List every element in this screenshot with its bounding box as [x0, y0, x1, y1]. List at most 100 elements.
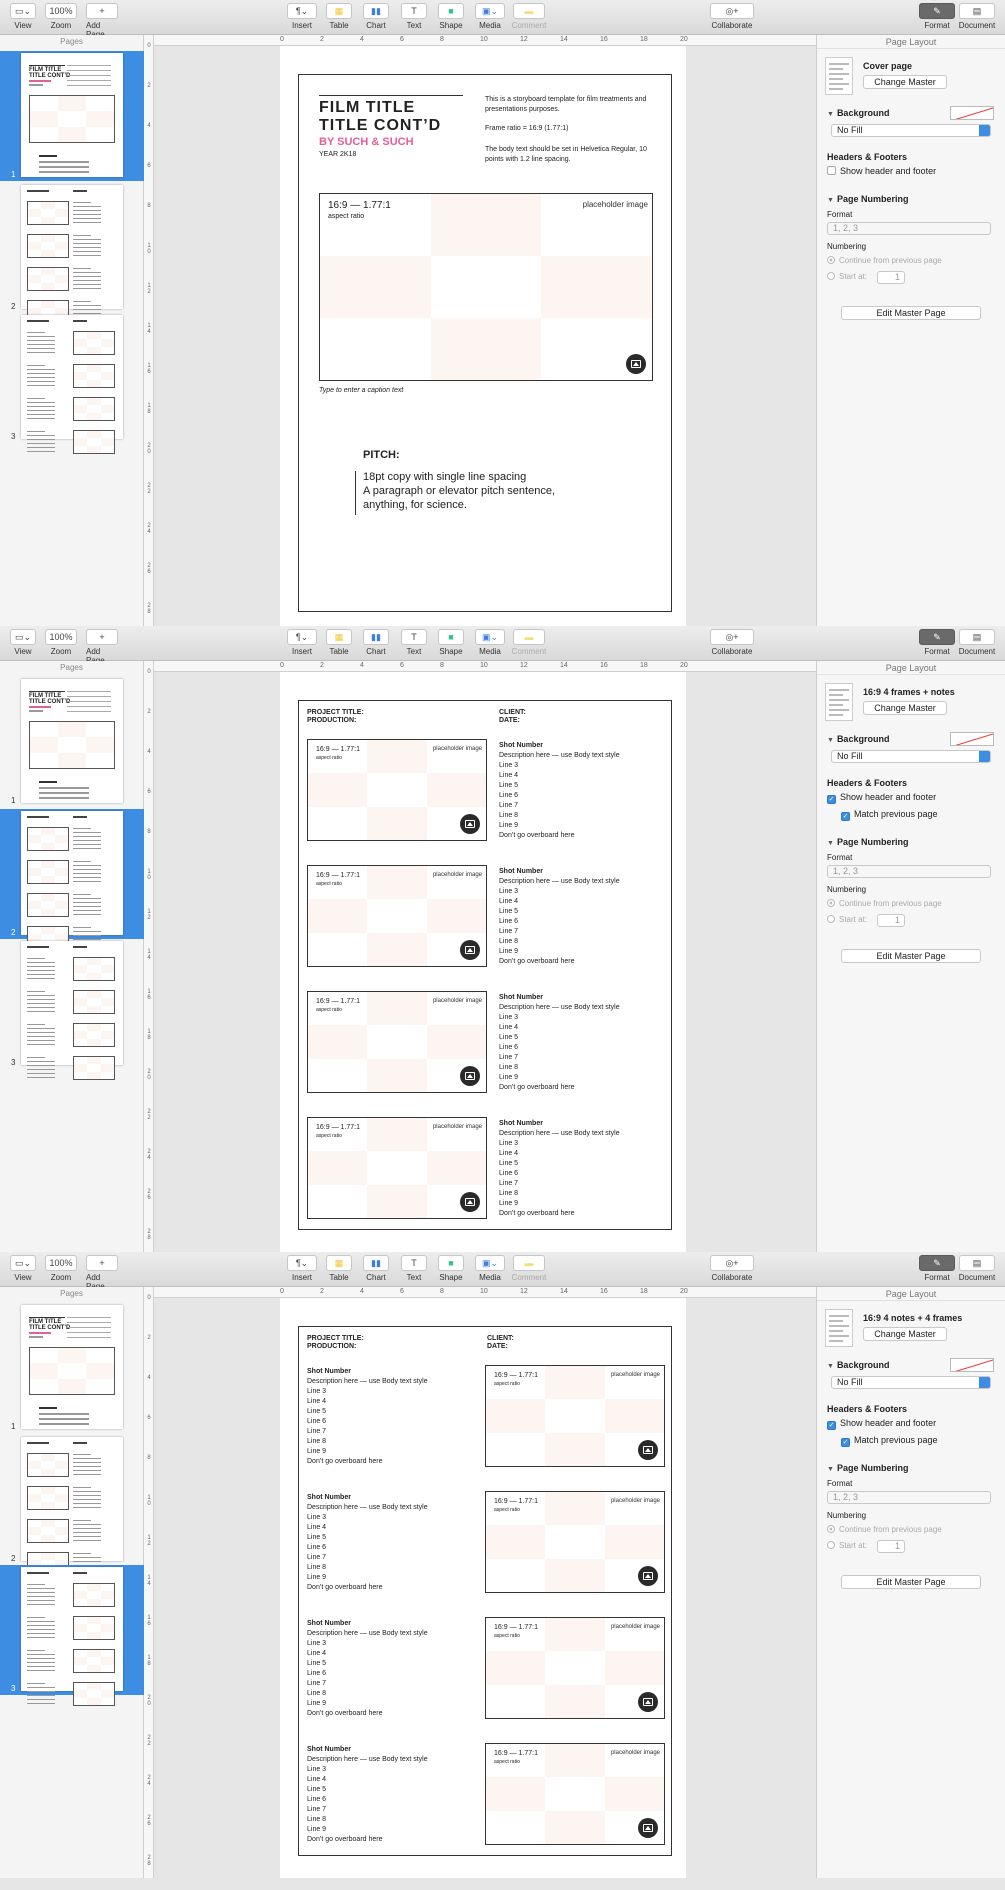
page-thumbnail-3[interactable]: 3	[0, 939, 144, 1080]
shot-notes-3[interactable]: Shot Number Description here — use Body t…	[499, 993, 620, 1093]
shot-notes-2[interactable]: Shot Number Description here — use Body t…	[499, 867, 620, 967]
fill-select[interactable]: No Fill	[831, 124, 991, 137]
shot-notes-4[interactable]: Shot Number Description here — use Body t…	[499, 1119, 620, 1219]
edit-master-page-button[interactable]: Edit Master Page	[841, 949, 981, 963]
page-thumbnail-3[interactable]: 3	[0, 313, 144, 454]
image-placeholder-icon[interactable]	[460, 940, 480, 960]
image-frame[interactable]: 16:9 — 1.77:1 aspect ratio placeholder ima…	[307, 1117, 487, 1219]
shape-button[interactable]: ■ Shape	[438, 3, 464, 30]
insert-button[interactable]: ¶⌄ Insert	[287, 629, 317, 656]
continue-radio[interactable]: Continue from previous page	[827, 899, 942, 908]
media-button[interactable]: ▣⌄ Media	[475, 629, 505, 656]
format-button[interactable]: ✎ Format	[919, 3, 955, 30]
shot-notes-2[interactable]: Shot Number Description here — use Body t…	[307, 1493, 428, 1593]
add-page-button[interactable]: +Add Page	[86, 1255, 118, 1291]
table-button[interactable]: ▦ Table	[326, 1255, 352, 1282]
show-header-footer-checkbox[interactable]: ✓ Show header and footer	[827, 1418, 936, 1430]
fill-select[interactable]: No Fill	[831, 750, 991, 763]
start-at-radio[interactable]: Start at:	[827, 1541, 867, 1550]
image-placeholder-icon[interactable]	[460, 1066, 480, 1086]
collaborate-button[interactable]: ◎+ Collaborate	[710, 629, 754, 656]
start-at-field[interactable]: 1	[877, 271, 905, 284]
zoom-button[interactable]: 100% Zoom	[45, 629, 77, 656]
document-canvas[interactable]: PROJECT TITLE: PRODUCTION: CLIENT: DATE: 16:…	[154, 672, 816, 1252]
view-button[interactable]: ▭⌄ View	[10, 629, 36, 656]
page-numbering-section[interactable]: ▼ Page Numbering	[827, 837, 908, 847]
image-frame[interactable]: 16:9 — 1.77:1 aspect ratio placeholder ima…	[319, 193, 653, 381]
format-select[interactable]: 1, 2, 3	[827, 222, 991, 235]
collaborate-button[interactable]: ◎+ Collaborate	[710, 3, 754, 30]
zoom-button[interactable]: 100% Zoom	[45, 1255, 77, 1282]
image-frame[interactable]: 16:9 — 1.77:1 aspect ratio placeholder ima…	[485, 1365, 665, 1467]
document-canvas[interactable]: FILM TITLE TITLE CONT’D BY SUCH & SUCH YEAR…	[154, 46, 816, 626]
media-button[interactable]: ▣⌄ Media	[475, 1255, 505, 1282]
comment-button[interactable]: ▬ Comment	[512, 629, 546, 656]
image-frame[interactable]: 16:9 — 1.77:1 aspect ratio placeholder ima…	[485, 1617, 665, 1719]
edit-master-page-button[interactable]: Edit Master Page	[841, 1575, 981, 1589]
change-master-button[interactable]: Change Master	[863, 1327, 947, 1341]
image-placeholder-icon[interactable]	[626, 354, 646, 374]
background-section[interactable]: ▼ Background	[827, 734, 889, 744]
start-at-field[interactable]: 1	[877, 1540, 905, 1553]
table-button[interactable]: ▦ Table	[326, 3, 352, 30]
image-frame[interactable]: 16:9 — 1.77:1 aspect ratio placeholder ima…	[307, 991, 487, 1093]
insert-button[interactable]: ¶⌄ Insert	[287, 1255, 317, 1282]
format-select[interactable]: 1, 2, 3	[827, 865, 991, 878]
comment-button[interactable]: ▬ Comment	[512, 1255, 546, 1282]
chart-button[interactable]: ▮▮ Chart	[363, 629, 389, 656]
table-button[interactable]: ▦ Table	[326, 629, 352, 656]
image-placeholder-icon[interactable]	[638, 1818, 658, 1838]
background-section[interactable]: ▼ Background	[827, 108, 889, 118]
format-select[interactable]: 1, 2, 3	[827, 1491, 991, 1504]
page-thumbnail-3[interactable]: 3	[0, 1565, 144, 1706]
show-header-footer-checkbox[interactable]: Show header and footer	[827, 166, 936, 176]
format-button[interactable]: ✎ Format	[919, 1255, 955, 1282]
document-canvas[interactable]: PROJECT TITLE: PRODUCTION: CLIENT: DATE: 16:…	[154, 1298, 816, 1878]
view-button[interactable]: ▭⌄ View	[10, 3, 36, 30]
image-placeholder-icon[interactable]	[460, 1192, 480, 1212]
start-at-radio[interactable]: Start at:	[827, 272, 867, 281]
start-at-field[interactable]: 1	[877, 914, 905, 927]
background-section[interactable]: ▼ Background	[827, 1360, 889, 1370]
change-master-button[interactable]: Change Master	[863, 701, 947, 715]
image-placeholder-icon[interactable]	[638, 1440, 658, 1460]
shot-notes-1[interactable]: Shot Number Description here — use Body t…	[499, 741, 620, 841]
shot-notes-3[interactable]: Shot Number Description here — use Body t…	[307, 1619, 428, 1719]
shape-button[interactable]: ■ Shape	[438, 629, 464, 656]
image-frame[interactable]: 16:9 — 1.77:1 aspect ratio placeholder ima…	[307, 739, 487, 841]
insert-button[interactable]: ¶⌄ Insert	[287, 3, 317, 30]
comment-button[interactable]: ▬ Comment	[512, 3, 546, 30]
page-thumbnail-2[interactable]: 2	[0, 809, 144, 950]
document-button[interactable]: ▤ Document	[959, 629, 995, 656]
fill-select[interactable]: No Fill	[831, 1376, 991, 1389]
text-button[interactable]: T Text	[401, 629, 427, 656]
text-button[interactable]: T Text	[401, 1255, 427, 1282]
zoom-button[interactable]: 100% Zoom	[45, 3, 77, 30]
page-numbering-section[interactable]: ▼ Page Numbering	[827, 1463, 908, 1473]
document-page[interactable]: PROJECT TITLE: PRODUCTION: CLIENT: DATE: 16:…	[280, 672, 686, 1252]
image-placeholder-icon[interactable]	[638, 1566, 658, 1586]
shape-button[interactable]: ■ Shape	[438, 1255, 464, 1282]
add-page-button[interactable]: +Add Page	[86, 629, 118, 665]
format-button[interactable]: ✎ Format	[919, 629, 955, 656]
image-frame[interactable]: 16:9 — 1.77:1 aspect ratio placeholder ima…	[307, 865, 487, 967]
page-numbering-section[interactable]: ▼ Page Numbering	[827, 194, 908, 204]
document-page[interactable]: FILM TITLE TITLE CONT’D BY SUCH & SUCH YEAR…	[280, 46, 686, 626]
background-color-swatch[interactable]	[950, 1358, 994, 1372]
text-button[interactable]: T Text	[401, 3, 427, 30]
continue-radio[interactable]: Continue from previous page	[827, 256, 942, 265]
start-at-radio[interactable]: Start at:	[827, 915, 867, 924]
collaborate-button[interactable]: ◎+ Collaborate	[710, 1255, 754, 1282]
edit-master-page-button[interactable]: Edit Master Page	[841, 306, 981, 320]
page-thumbnail-1[interactable]: FILM TITLE TITLE CONT’D 1	[0, 51, 144, 181]
image-placeholder-icon[interactable]	[638, 1692, 658, 1712]
page-thumbnail-1[interactable]: FILM TITLE TITLE CONT’D 1	[0, 1303, 144, 1433]
background-color-swatch[interactable]	[950, 106, 994, 120]
shot-notes-4[interactable]: Shot Number Description here — use Body t…	[307, 1745, 428, 1845]
add-page-button[interactable]: +Add Page	[86, 3, 118, 39]
document-page[interactable]: PROJECT TITLE: PRODUCTION: CLIENT: DATE: 16:…	[280, 1298, 686, 1878]
view-button[interactable]: ▭⌄ View	[10, 1255, 36, 1282]
page-thumbnail-2[interactable]: 2	[0, 1435, 144, 1576]
change-master-button[interactable]: Change Master	[863, 75, 947, 89]
continue-radio[interactable]: Continue from previous page	[827, 1525, 942, 1534]
